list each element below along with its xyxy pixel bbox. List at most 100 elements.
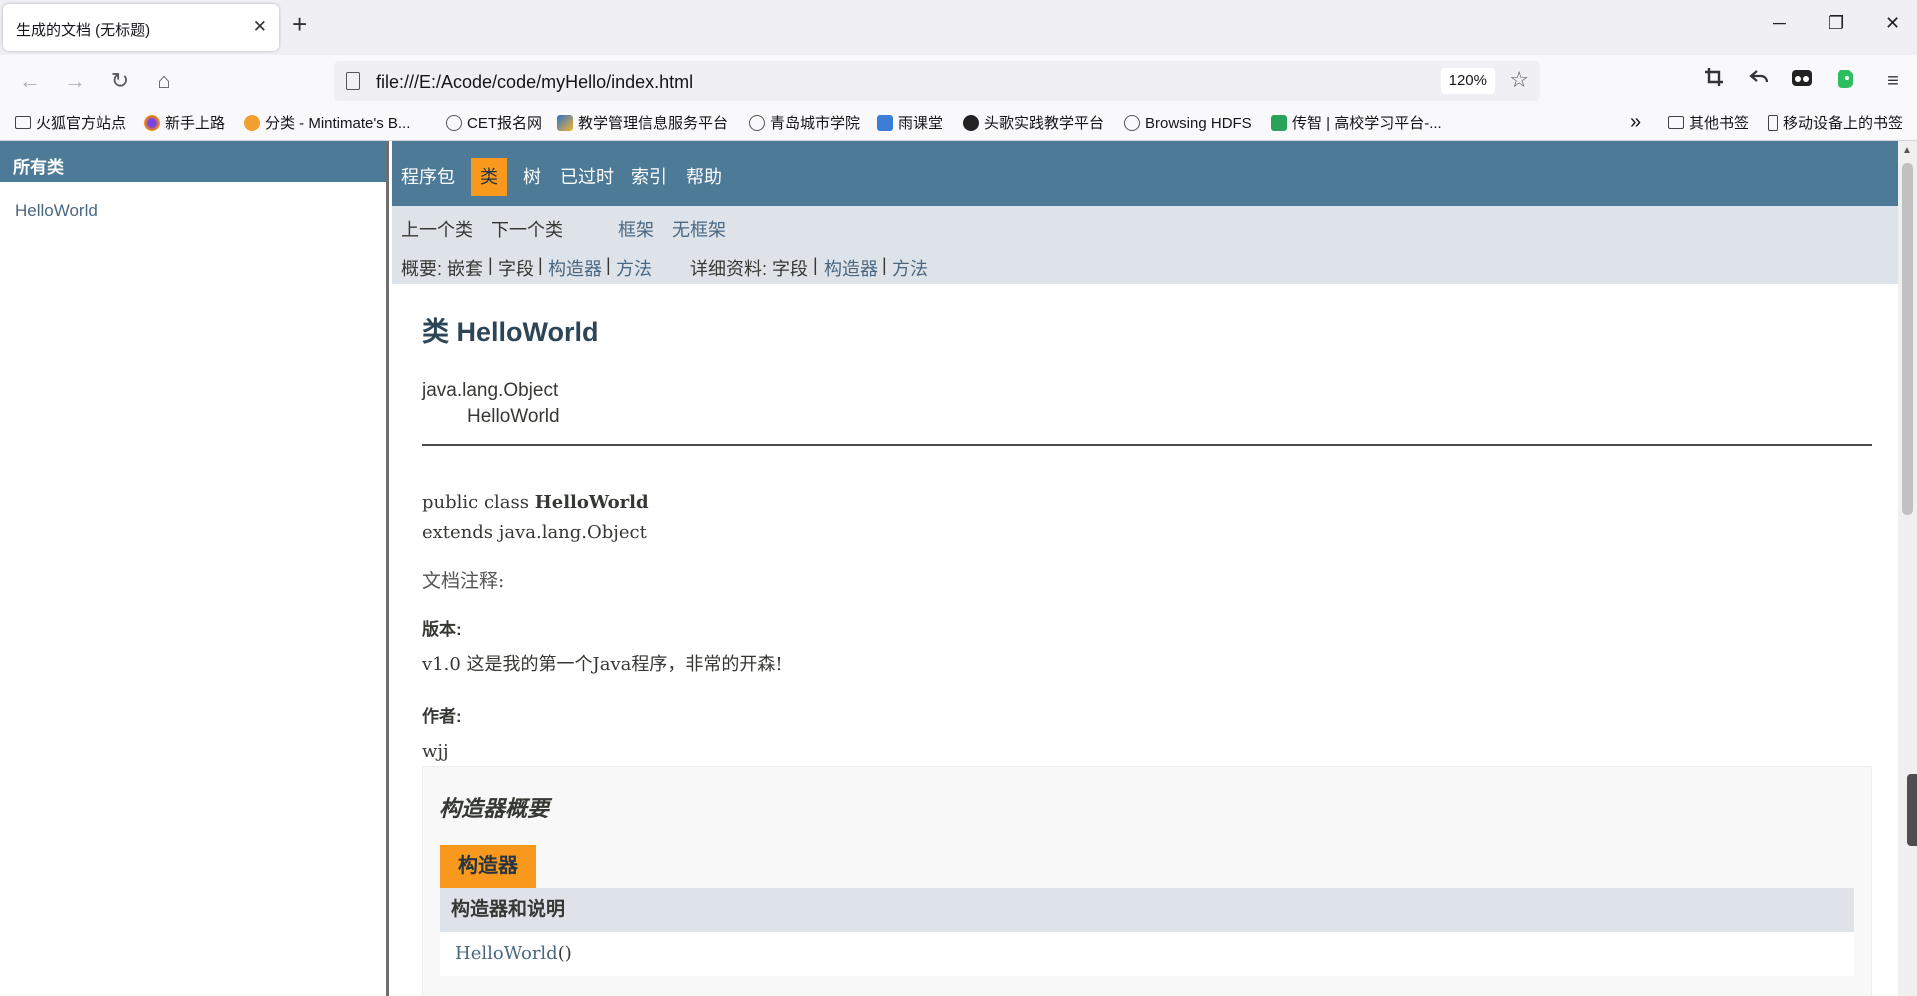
forward-icon[interactable]: → xyxy=(62,68,88,94)
bookmark-star-icon[interactable]: ☆ xyxy=(1509,68,1529,92)
author-label: 作者: xyxy=(422,707,462,726)
undo-icon[interactable] xyxy=(1745,67,1773,95)
home-icon[interactable]: ⌂ xyxy=(151,68,177,94)
scroll-up-icon[interactable]: ▲ xyxy=(1902,145,1912,156)
divider xyxy=(422,444,1872,446)
detail-method-link[interactable]: 方法 xyxy=(892,255,928,281)
prev-class: 上一个类 xyxy=(401,220,473,240)
frames-link[interactable]: 框架 xyxy=(618,216,654,242)
side-panel-handle[interactable] xyxy=(1907,774,1917,846)
class-declaration: public class HelloWorld extends java.lan… xyxy=(422,488,1872,548)
top-nav-bar: 程序包 类 树 已过时 索引 帮助 xyxy=(392,141,1898,206)
folder-icon xyxy=(1668,116,1684,129)
inheritance-leaf: HelloWorld xyxy=(467,406,560,427)
rain-icon xyxy=(877,115,893,131)
bookmark-item[interactable]: 新手上路 xyxy=(144,113,225,135)
separator: | xyxy=(606,255,611,275)
new-tab-icon[interactable]: + xyxy=(292,11,307,37)
all-classes-frame: 所有类 HelloWorld xyxy=(0,141,389,996)
doc-comment: 文档注释: xyxy=(422,570,505,592)
summary-constructor-link[interactable]: 构造器 xyxy=(548,255,602,281)
bookmark-item[interactable]: Browsing HDFS xyxy=(1124,113,1252,135)
minimize-icon[interactable]: ─ xyxy=(1773,14,1786,32)
nav-index[interactable]: 索引 xyxy=(631,158,667,196)
cap-icon xyxy=(1271,115,1287,131)
bookmark-item[interactable]: 青岛城市学院 xyxy=(749,113,860,135)
other-bookmarks[interactable]: 其他书签 xyxy=(1668,113,1749,135)
mobile-bookmarks[interactable]: 移动设备上的书签 xyxy=(1768,113,1903,135)
bookmark-item[interactable]: 火狐官方站点 xyxy=(15,113,126,135)
separator: | xyxy=(813,255,818,275)
restore-icon[interactable]: ❐ xyxy=(1828,14,1844,32)
separator: | xyxy=(488,255,493,275)
all-classes-header: 所有类 xyxy=(0,141,386,182)
nav-deprecated[interactable]: 已过时 xyxy=(560,158,614,196)
scroll-thumb[interactable] xyxy=(1902,163,1913,515)
next-class: 下一个类 xyxy=(491,220,563,240)
page-icon xyxy=(346,72,360,90)
constructor-summary-title: 构造器概要 xyxy=(439,796,550,821)
constructor-params: () xyxy=(557,943,572,964)
separator: | xyxy=(538,255,543,275)
bookmark-item[interactable]: 教学管理信息服务平台 xyxy=(557,113,728,135)
constructor-link[interactable]: HelloWorld xyxy=(455,943,558,964)
tab-close-icon[interactable]: ✕ xyxy=(253,18,267,35)
crop-icon[interactable] xyxy=(1700,67,1728,95)
version-label: 版本: xyxy=(422,620,462,639)
inheritance-tree: java.lang.Object HelloWorld xyxy=(422,378,1872,430)
firefox-icon xyxy=(144,115,160,131)
bookmark-item[interactable]: 头歌实践教学平台 xyxy=(963,113,1104,135)
url-text[interactable]: file:///E:/Acode/code/myHello/index.html xyxy=(376,72,693,93)
bookmark-item[interactable]: 传智 | 高校学习平台-... xyxy=(1271,113,1442,135)
class-doc-frame: 程序包 类 树 已过时 索引 帮助 上一个类 下一个类 框架 无框架 概要: 嵌… xyxy=(392,141,1898,996)
summary-method-link[interactable]: 方法 xyxy=(616,255,652,281)
constructor-summary: 构造器概要 构造器 构造器和说明 HelloWorld() xyxy=(422,766,1872,996)
detail-constructor-link[interactable]: 构造器 xyxy=(824,255,878,281)
nav-tree[interactable]: 树 xyxy=(523,158,541,196)
bookmark-item[interactable]: CET报名网 xyxy=(446,113,542,135)
detail-field: 字段 xyxy=(772,259,808,279)
decl-prefix: public class xyxy=(422,492,535,513)
evernote-icon[interactable] xyxy=(1832,67,1860,95)
browser-tab[interactable]: 生成的文档 (无标题) ✕ xyxy=(3,4,279,51)
table-header: 构造器和说明 xyxy=(440,888,1854,932)
nav-help[interactable]: 帮助 xyxy=(686,158,722,196)
bookmark-item[interactable]: 雨课堂 xyxy=(877,113,943,135)
globe-icon xyxy=(749,115,765,131)
address-bar[interactable]: file:///E:/Acode/code/myHello/index.html… xyxy=(334,61,1540,101)
nav-class-active: 类 xyxy=(471,158,507,196)
nav-package[interactable]: 程序包 xyxy=(401,158,455,196)
cube-icon xyxy=(557,115,573,131)
back-icon[interactable]: ← xyxy=(17,68,43,94)
decl-class-name: HelloWorld xyxy=(534,492,649,513)
menu-icon[interactable]: ≡ xyxy=(1879,67,1907,95)
tab-bar: 生成的文档 (无标题) ✕ + ─ ❐ ✕ xyxy=(0,0,1917,55)
reload-icon[interactable]: ↻ xyxy=(107,68,133,94)
table-row: HelloWorld() xyxy=(440,932,1854,976)
zoom-level[interactable]: 120% xyxy=(1440,68,1495,94)
tab-title: 生成的文档 (无标题) xyxy=(16,22,151,39)
no-frames-link[interactable]: 无框架 xyxy=(672,216,726,242)
globe-icon xyxy=(446,115,462,131)
bookmark-item[interactable]: 分类 - Mintimate's B... xyxy=(244,113,410,135)
detail-label: 详细资料: xyxy=(690,259,768,279)
folder-icon xyxy=(15,116,31,129)
constructor-table-caption: 构造器 xyxy=(440,845,536,888)
class-link-helloworld[interactable]: HelloWorld xyxy=(15,201,386,221)
extension-icon[interactable] xyxy=(1788,67,1816,95)
navigation-toolbar: ← → ↻ ⌂ file:///E:/Acode/code/myHello/in… xyxy=(0,55,1917,107)
version-value: v1.0 这是我的第一个Java程序，非常的开森! xyxy=(422,654,783,675)
inheritance-root: java.lang.Object xyxy=(422,380,559,401)
chevron-overflow-icon[interactable]: » xyxy=(1630,111,1641,133)
page-scrollbar[interactable]: ▲ xyxy=(1898,141,1917,996)
close-window-icon[interactable]: ✕ xyxy=(1885,14,1900,32)
globe-icon xyxy=(1124,115,1140,131)
author-value: wjj xyxy=(422,741,449,762)
page-title: 类 HelloWorld xyxy=(422,317,599,347)
summary-field: 字段 xyxy=(498,259,534,279)
bookmarks-toolbar: 火狐官方站点 新手上路 分类 - Mintimate's B... CET报名网… xyxy=(0,107,1917,141)
separator: | xyxy=(882,255,887,275)
summary-label: 概要: xyxy=(401,259,443,279)
mint-icon xyxy=(244,115,260,131)
class-content: 类 HelloWorld java.lang.Object HelloWorld… xyxy=(422,284,1872,767)
